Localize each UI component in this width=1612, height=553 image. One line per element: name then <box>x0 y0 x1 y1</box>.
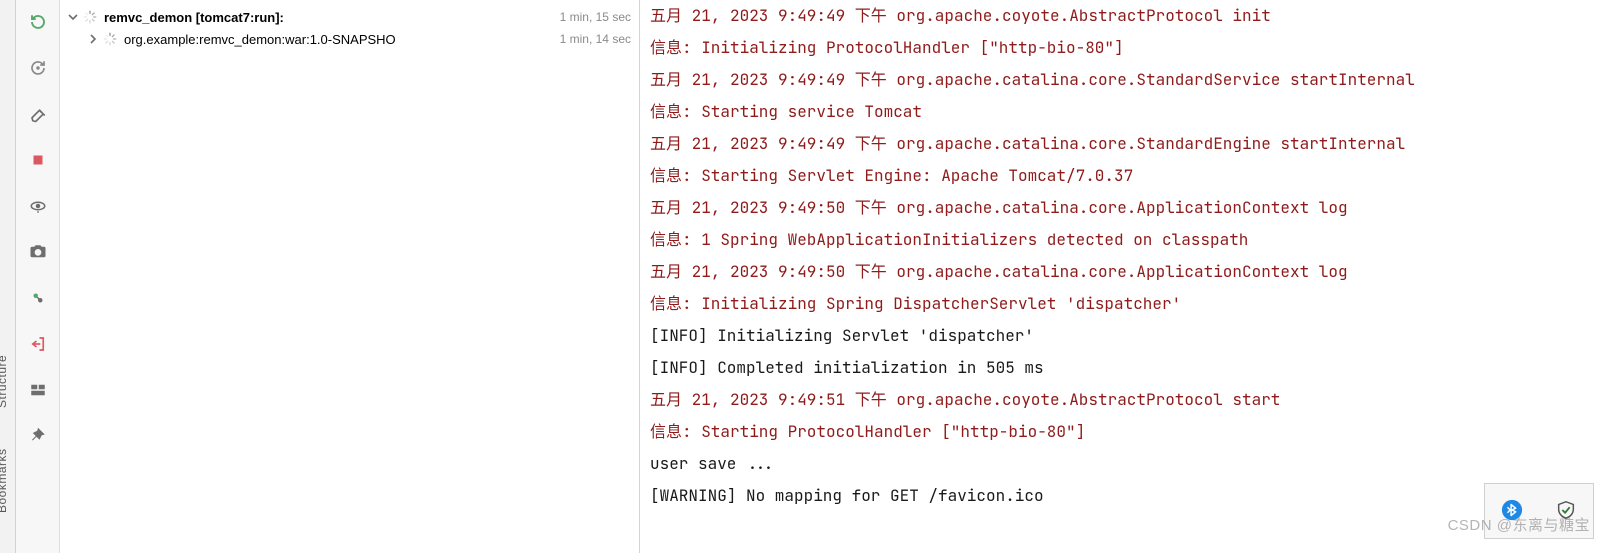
toolwindow-structure-label[interactable]: Structure <box>0 355 9 408</box>
settings-button[interactable] <box>24 100 52 128</box>
console-line: 五月 21, 2023 9:49:49 下午 org.apache.coyote… <box>650 0 1602 32</box>
console-line: [INFO] Initializing Servlet 'dispatcher' <box>650 320 1602 352</box>
dump-threads-button[interactable] <box>24 238 52 266</box>
console-line: [WARNING] No mapping for GET /favicon.ic… <box>650 480 1602 512</box>
build-tree-panel: remvc_demon [tomcat7:run]: 1 min, 15 sec… <box>60 0 640 553</box>
console-line: 信息: Starting service Tomcat <box>650 96 1602 128</box>
tree-child-label: org.example:remvc_demon:war:1.0-SNAPSHO <box>124 32 396 47</box>
tree-child-node[interactable]: org.example:remvc_demon:war:1.0-SNAPSHO … <box>60 28 639 50</box>
console-line: [INFO] Completed initialization in 505 m… <box>650 352 1602 384</box>
loading-spinner-icon <box>102 31 118 47</box>
tree-root-node[interactable]: remvc_demon [tomcat7:run]: 1 min, 15 sec <box>60 6 639 28</box>
maven-button[interactable] <box>24 284 52 312</box>
console-line: 五月 21, 2023 9:49:50 下午 org.apache.catali… <box>650 192 1602 224</box>
vertical-toolwindow-strip[interactable]: Bookmarks Structure <box>0 0 16 553</box>
bluetooth-icon <box>1501 499 1523 524</box>
show-button[interactable] <box>24 192 52 220</box>
console-line: 信息: Starting Servlet Engine: Apache Tomc… <box>650 160 1602 192</box>
tree-child-time: 1 min, 14 sec <box>550 32 631 46</box>
console-line: 五月 21, 2023 9:49:50 下午 org.apache.catali… <box>650 256 1602 288</box>
console-line: 信息: Initializing ProtocolHandler ["http-… <box>650 32 1602 64</box>
console-line: 信息: Initializing Spring DispatcherServle… <box>650 288 1602 320</box>
tree-root-time: 1 min, 15 sec <box>550 10 631 24</box>
rerun-button[interactable] <box>24 8 52 36</box>
toolwindow-bookmarks-label[interactable]: Bookmarks <box>0 448 9 513</box>
console-output[interactable]: 五月 21, 2023 9:49:49 下午 org.apache.coyote… <box>640 0 1612 553</box>
rerun-history-button[interactable] <box>24 54 52 82</box>
chevron-down-icon[interactable] <box>68 12 82 22</box>
console-line: user save ... <box>650 448 1602 480</box>
system-tray-overlay <box>1484 483 1594 539</box>
run-toolbar <box>16 0 60 553</box>
console-line: 五月 21, 2023 9:49:49 下午 org.apache.catali… <box>650 64 1602 96</box>
layout-button[interactable] <box>24 376 52 404</box>
exit-button[interactable] <box>24 330 52 358</box>
console-line: 五月 21, 2023 9:49:49 下午 org.apache.catali… <box>650 128 1602 160</box>
tree-root-label: remvc_demon [tomcat7:run]: <box>104 10 284 25</box>
chevron-right-icon[interactable] <box>88 34 102 44</box>
stop-button[interactable] <box>24 146 52 174</box>
security-shield-icon <box>1555 499 1577 524</box>
console-line: 信息: 1 Spring WebApplicationInitializers … <box>650 224 1602 256</box>
pin-button[interactable] <box>24 422 52 450</box>
loading-spinner-icon <box>82 9 98 25</box>
console-line: 信息: Starting ProtocolHandler ["http-bio-… <box>650 416 1602 448</box>
console-line: 五月 21, 2023 9:49:51 下午 org.apache.coyote… <box>650 384 1602 416</box>
